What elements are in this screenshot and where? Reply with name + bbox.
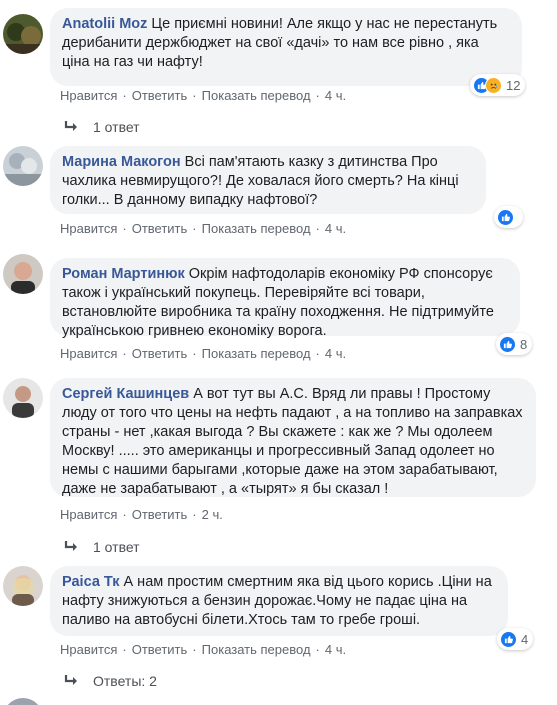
like-icon: [499, 335, 516, 353]
comment-bubble: Сергей Кашинцев А вот тут вы А.С. Вряд ли…: [50, 378, 536, 497]
reply-link[interactable]: Ответить: [132, 88, 188, 103]
avatar[interactable]: [3, 146, 43, 186]
comment-time[interactable]: 4 ч.: [325, 221, 346, 236]
like-link[interactable]: Нравится: [60, 642, 117, 657]
like-link[interactable]: Нравится: [60, 88, 117, 103]
reaction-summary[interactable]: 4: [497, 628, 534, 650]
comment-author[interactable]: Роман Мартинюк: [62, 266, 185, 282]
reaction-count: 12: [506, 77, 521, 93]
comment-text: А вот тут вы А.С. Вряд ли правы ! Просто…: [62, 386, 523, 497]
comment-actions: Нравится · Ответить · Показать перевод · 4 ч.: [60, 221, 347, 236]
reply-arrow-icon: [64, 121, 77, 131]
sad-icon: [485, 76, 502, 94]
translate-link[interactable]: Показать перевод: [202, 221, 311, 236]
like-icon: [497, 208, 514, 226]
comment-bubble: Anatolii Moz Це приємні новини! Але якщо …: [50, 8, 522, 86]
like-link[interactable]: Нравится: [60, 346, 117, 361]
comment-actions: Нравится · Ответить · 2 ч.: [60, 507, 223, 522]
comment-time[interactable]: 4 ч.: [325, 346, 346, 361]
avatar[interactable]: [3, 698, 43, 705]
reply-link[interactable]: Ответить: [132, 346, 188, 361]
reply-arrow-icon: [64, 541, 77, 551]
view-replies-link[interactable]: Ответы: 2: [64, 673, 157, 689]
comment-actions: Нравится · Ответить · Показать перевод · 4 ч.: [60, 346, 347, 361]
comment-author[interactable]: Сергей Кашинцев: [62, 386, 189, 402]
comment-actions: Нравится · Ответить · Показать перевод · 4 ч.: [60, 642, 347, 657]
comment-author[interactable]: Раіса Тк: [62, 574, 119, 590]
translate-link[interactable]: Показать перевод: [202, 88, 311, 103]
reply-link[interactable]: Ответить: [132, 507, 188, 522]
comment-author[interactable]: Марина Макогон: [62, 154, 181, 170]
reaction-count: 4: [521, 631, 529, 647]
reaction-summary[interactable]: 12: [470, 74, 526, 96]
comment-bubble: Марина Макогон Всі пам'ятають казку з дит…: [50, 146, 486, 214]
replies-count: 1 ответ: [93, 119, 140, 135]
reaction-summary[interactable]: [494, 206, 523, 228]
comment-text: А нам простим смертним яка від цього кор…: [62, 574, 492, 628]
reply-arrow-icon: [64, 675, 77, 685]
translate-link[interactable]: Показать перевод: [202, 346, 311, 361]
replies-count: Ответы: 2: [93, 673, 157, 689]
view-replies-link[interactable]: 1 ответ: [64, 539, 140, 555]
replies-count: 1 ответ: [93, 539, 140, 555]
avatar[interactable]: [3, 566, 43, 606]
reaction-count: 8: [520, 336, 528, 352]
reaction-summary[interactable]: 8: [496, 333, 533, 355]
comment-actions: Нравится · Ответить · Показать перевод · 4 ч.: [60, 88, 347, 103]
translate-link[interactable]: Показать перевод: [202, 642, 311, 657]
comment-author[interactable]: Anatolii Moz: [62, 16, 147, 32]
comment-time[interactable]: 4 ч.: [325, 642, 346, 657]
comment-time[interactable]: 4 ч.: [325, 88, 346, 103]
comment-bubble: Раіса Тк А нам простим смертним яка від ц…: [50, 566, 508, 636]
avatar[interactable]: [3, 14, 43, 54]
avatar[interactable]: [3, 254, 43, 294]
like-link[interactable]: Нравится: [60, 221, 117, 236]
view-replies-link[interactable]: 1 ответ: [64, 119, 140, 135]
comment-time[interactable]: 2 ч.: [202, 507, 223, 522]
avatar[interactable]: [3, 378, 43, 418]
comment-bubble: Роман Мартинюк Окрім нафтодоларів економі…: [50, 258, 520, 339]
like-icon: [500, 630, 517, 648]
reply-link[interactable]: Ответить: [132, 221, 188, 236]
like-link[interactable]: Нравится: [60, 507, 117, 522]
reply-link[interactable]: Ответить: [132, 642, 188, 657]
